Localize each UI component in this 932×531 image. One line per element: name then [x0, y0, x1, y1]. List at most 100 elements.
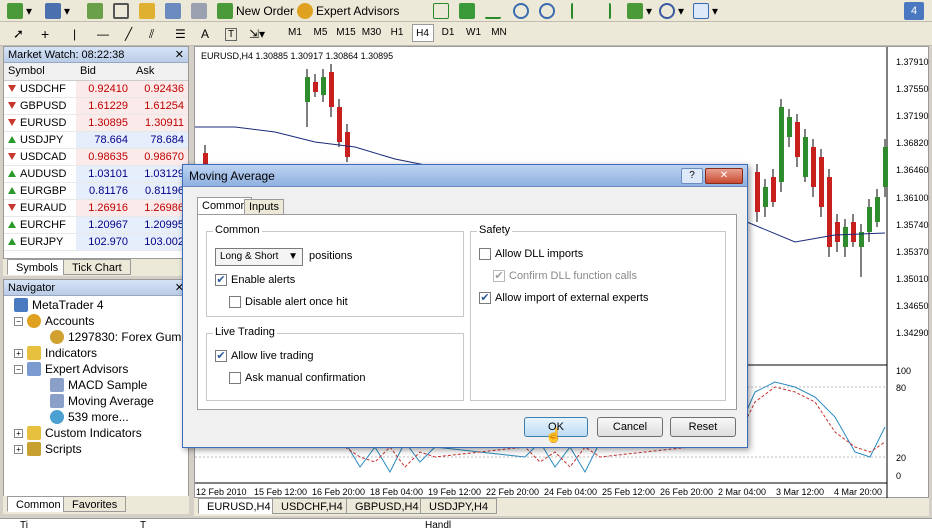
text-label-tool[interactable]: T — [222, 24, 240, 44]
nav-indicators[interactable]: + Indicators — [14, 346, 97, 360]
trendline-tool[interactable]: ╱ — [122, 24, 135, 44]
notification-badge[interactable]: 4 — [904, 2, 924, 20]
zoom-out-button[interactable] — [536, 1, 558, 21]
tab-tick-chart[interactable]: Tick Chart — [63, 259, 131, 275]
market-watch-row[interactable]: USDCHF 0.92410 0.92436 — [4, 80, 188, 98]
help-button[interactable]: ? — [681, 167, 703, 184]
candlestick-button[interactable] — [456, 1, 478, 21]
terminal-col-handl: Handl — [425, 520, 452, 531]
timeframe-h1[interactable]: H1 — [386, 24, 408, 42]
nav-expert-advisors[interactable]: − Expert Advisors — [14, 362, 128, 376]
timeframe-m30[interactable]: M30 — [361, 24, 383, 42]
data-window-toggle[interactable] — [110, 1, 132, 21]
chart-tab[interactable]: EURUSD,H4 — [198, 498, 280, 514]
nav-root[interactable]: MetaTrader 4 — [14, 298, 104, 312]
profiles-button[interactable]: ▾ — [42, 1, 73, 21]
nav-ea-more[interactable]: 539 more... — [50, 410, 129, 424]
nav-account-item[interactable]: 1297830: Forex Gump — [50, 330, 188, 344]
nav-custom-indicators[interactable]: + Custom Indicators — [14, 426, 142, 440]
market-watch-toggle[interactable] — [84, 1, 106, 21]
navigator-toggle[interactable] — [136, 1, 158, 21]
allow-live-trading-checkbox[interactable]: ✔ Allow live trading — [215, 350, 314, 362]
periods-button[interactable]: ▾ — [656, 1, 687, 21]
allow-dll-checkbox[interactable]: Allow DLL imports — [479, 248, 583, 260]
templates-button[interactable]: ▾ — [690, 1, 721, 21]
chart-tab[interactable]: USDCHF,H4 — [272, 498, 352, 514]
crosshair-tool-icon: + — [41, 26, 50, 42]
nav-ea-moving-average[interactable]: Moving Average — [50, 394, 154, 408]
ask-manual-confirmation-checkbox[interactable]: Ask manual confirmation — [229, 372, 365, 384]
disable-alert-once-checkbox[interactable]: Disable alert once hit — [229, 296, 348, 308]
ask-cell: 0.98670 — [132, 148, 188, 166]
indicators-button[interactable]: ▾ — [624, 1, 655, 21]
expert-icon — [50, 378, 64, 392]
market-watch-row[interactable]: USDJPY 78.664 78.684 — [4, 131, 188, 149]
expand-icon[interactable]: + — [14, 348, 23, 358]
market-watch-row[interactable]: EURGBP 0.81176 0.81196 — [4, 182, 188, 200]
reset-button[interactable]: Reset — [670, 417, 736, 437]
close-icon[interactable]: ✕ — [175, 47, 188, 62]
fibonacci-tool[interactable]: ☰ — [172, 24, 189, 44]
text-tool[interactable]: A — [198, 24, 212, 44]
timeframe-h4[interactable]: H4 — [411, 24, 434, 42]
checkbox-box — [229, 296, 241, 308]
col-ask[interactable]: Ask — [132, 63, 188, 81]
timeframe-w1[interactable]: W1 — [463, 24, 485, 42]
ask-cell: 0.92436 — [132, 80, 188, 98]
nav-scripts[interactable]: + Scripts — [14, 442, 82, 456]
col-bid[interactable]: Bid — [76, 63, 132, 81]
channel-tool[interactable]: ⫽ — [146, 24, 157, 44]
horizontal-line-tool[interactable]: — — [94, 24, 112, 44]
dialog-tab-inputs[interactable]: Inputs — [244, 199, 284, 215]
tab-favorites[interactable]: Favorites — [63, 496, 127, 512]
market-watch-row[interactable]: EURAUD 1.26916 1.26986 — [4, 199, 188, 217]
cancel-button[interactable]: Cancel — [597, 417, 663, 437]
autoscroll-button[interactable] — [592, 1, 614, 21]
timeframe-m15[interactable]: M15 — [335, 24, 357, 42]
col-symbol[interactable]: Symbol — [4, 63, 76, 81]
arrows-tool[interactable]: ⇲▾ — [246, 24, 268, 44]
bid-cell: 102.970 — [76, 233, 132, 251]
nav-accounts[interactable]: − Accounts — [14, 314, 94, 328]
vertical-line-tool[interactable]: | — [70, 24, 79, 44]
market-watch-row[interactable]: EURJPY 102.970 103.002 — [4, 233, 188, 251]
crosshair-tool[interactable]: + — [38, 24, 52, 44]
market-watch-row[interactable]: EURCHF 1.20967 1.20995 — [4, 216, 188, 234]
date-label: 19 Feb 12:00 — [428, 487, 482, 497]
bar-chart-button[interactable] — [430, 1, 452, 21]
allow-import-checkbox[interactable]: ✔ Allow import of external experts — [479, 292, 648, 304]
main-toolbar: ▾ ▾ New Order Expert Advisors ▾ ▾ ▾ 4 — [0, 0, 932, 22]
timeframe-m5[interactable]: M5 — [310, 24, 332, 42]
terminal-toggle[interactable] — [162, 1, 184, 21]
zoom-in-button[interactable] — [510, 1, 532, 21]
expand-icon[interactable]: + — [14, 444, 23, 454]
chart-shift-button[interactable] — [568, 1, 590, 21]
date-label: 24 Feb 04:00 — [544, 487, 598, 497]
tab-symbols[interactable]: Symbols — [7, 259, 68, 275]
new-order-button[interactable]: New Order — [214, 1, 297, 21]
new-chart-button[interactable]: ▾ — [4, 1, 35, 21]
expert-advisors-button[interactable]: Expert Advisors — [294, 1, 402, 21]
market-watch-row[interactable]: EURUSD 1.30895 1.30911 — [4, 114, 188, 132]
tester-toggle[interactable] — [188, 1, 210, 21]
collapse-icon[interactable]: − — [14, 316, 23, 326]
timeframe-m1[interactable]: M1 — [284, 24, 306, 42]
close-button[interactable]: ✕ — [705, 167, 743, 184]
tab-common[interactable]: Common — [7, 496, 70, 512]
timeframe-mn[interactable]: MN — [488, 24, 510, 42]
chart-tab[interactable]: GBPUSD,H4 — [346, 498, 428, 514]
symbol-cell: EURJPY — [4, 233, 76, 251]
market-watch-row[interactable]: GBPUSD 1.61229 1.61254 — [4, 97, 188, 115]
positions-select[interactable]: Long & Short ▼ — [215, 248, 303, 266]
market-watch-row[interactable]: USDCAD 0.98635 0.98670 — [4, 148, 188, 166]
nav-ea-macd[interactable]: MACD Sample — [50, 378, 147, 392]
line-chart-button[interactable] — [482, 1, 504, 21]
expand-icon[interactable]: + — [14, 428, 23, 438]
enable-alerts-checkbox[interactable]: ✔ Enable alerts — [215, 274, 295, 286]
checkbox-box — [229, 372, 241, 384]
collapse-icon[interactable]: − — [14, 364, 23, 374]
chart-tab[interactable]: USDJPY,H4 — [420, 498, 498, 514]
timeframe-d1[interactable]: D1 — [437, 24, 459, 42]
market-watch-row[interactable]: AUDUSD 1.03101 1.03129 — [4, 165, 188, 183]
cursor-tool[interactable]: ➚ — [10, 24, 27, 44]
